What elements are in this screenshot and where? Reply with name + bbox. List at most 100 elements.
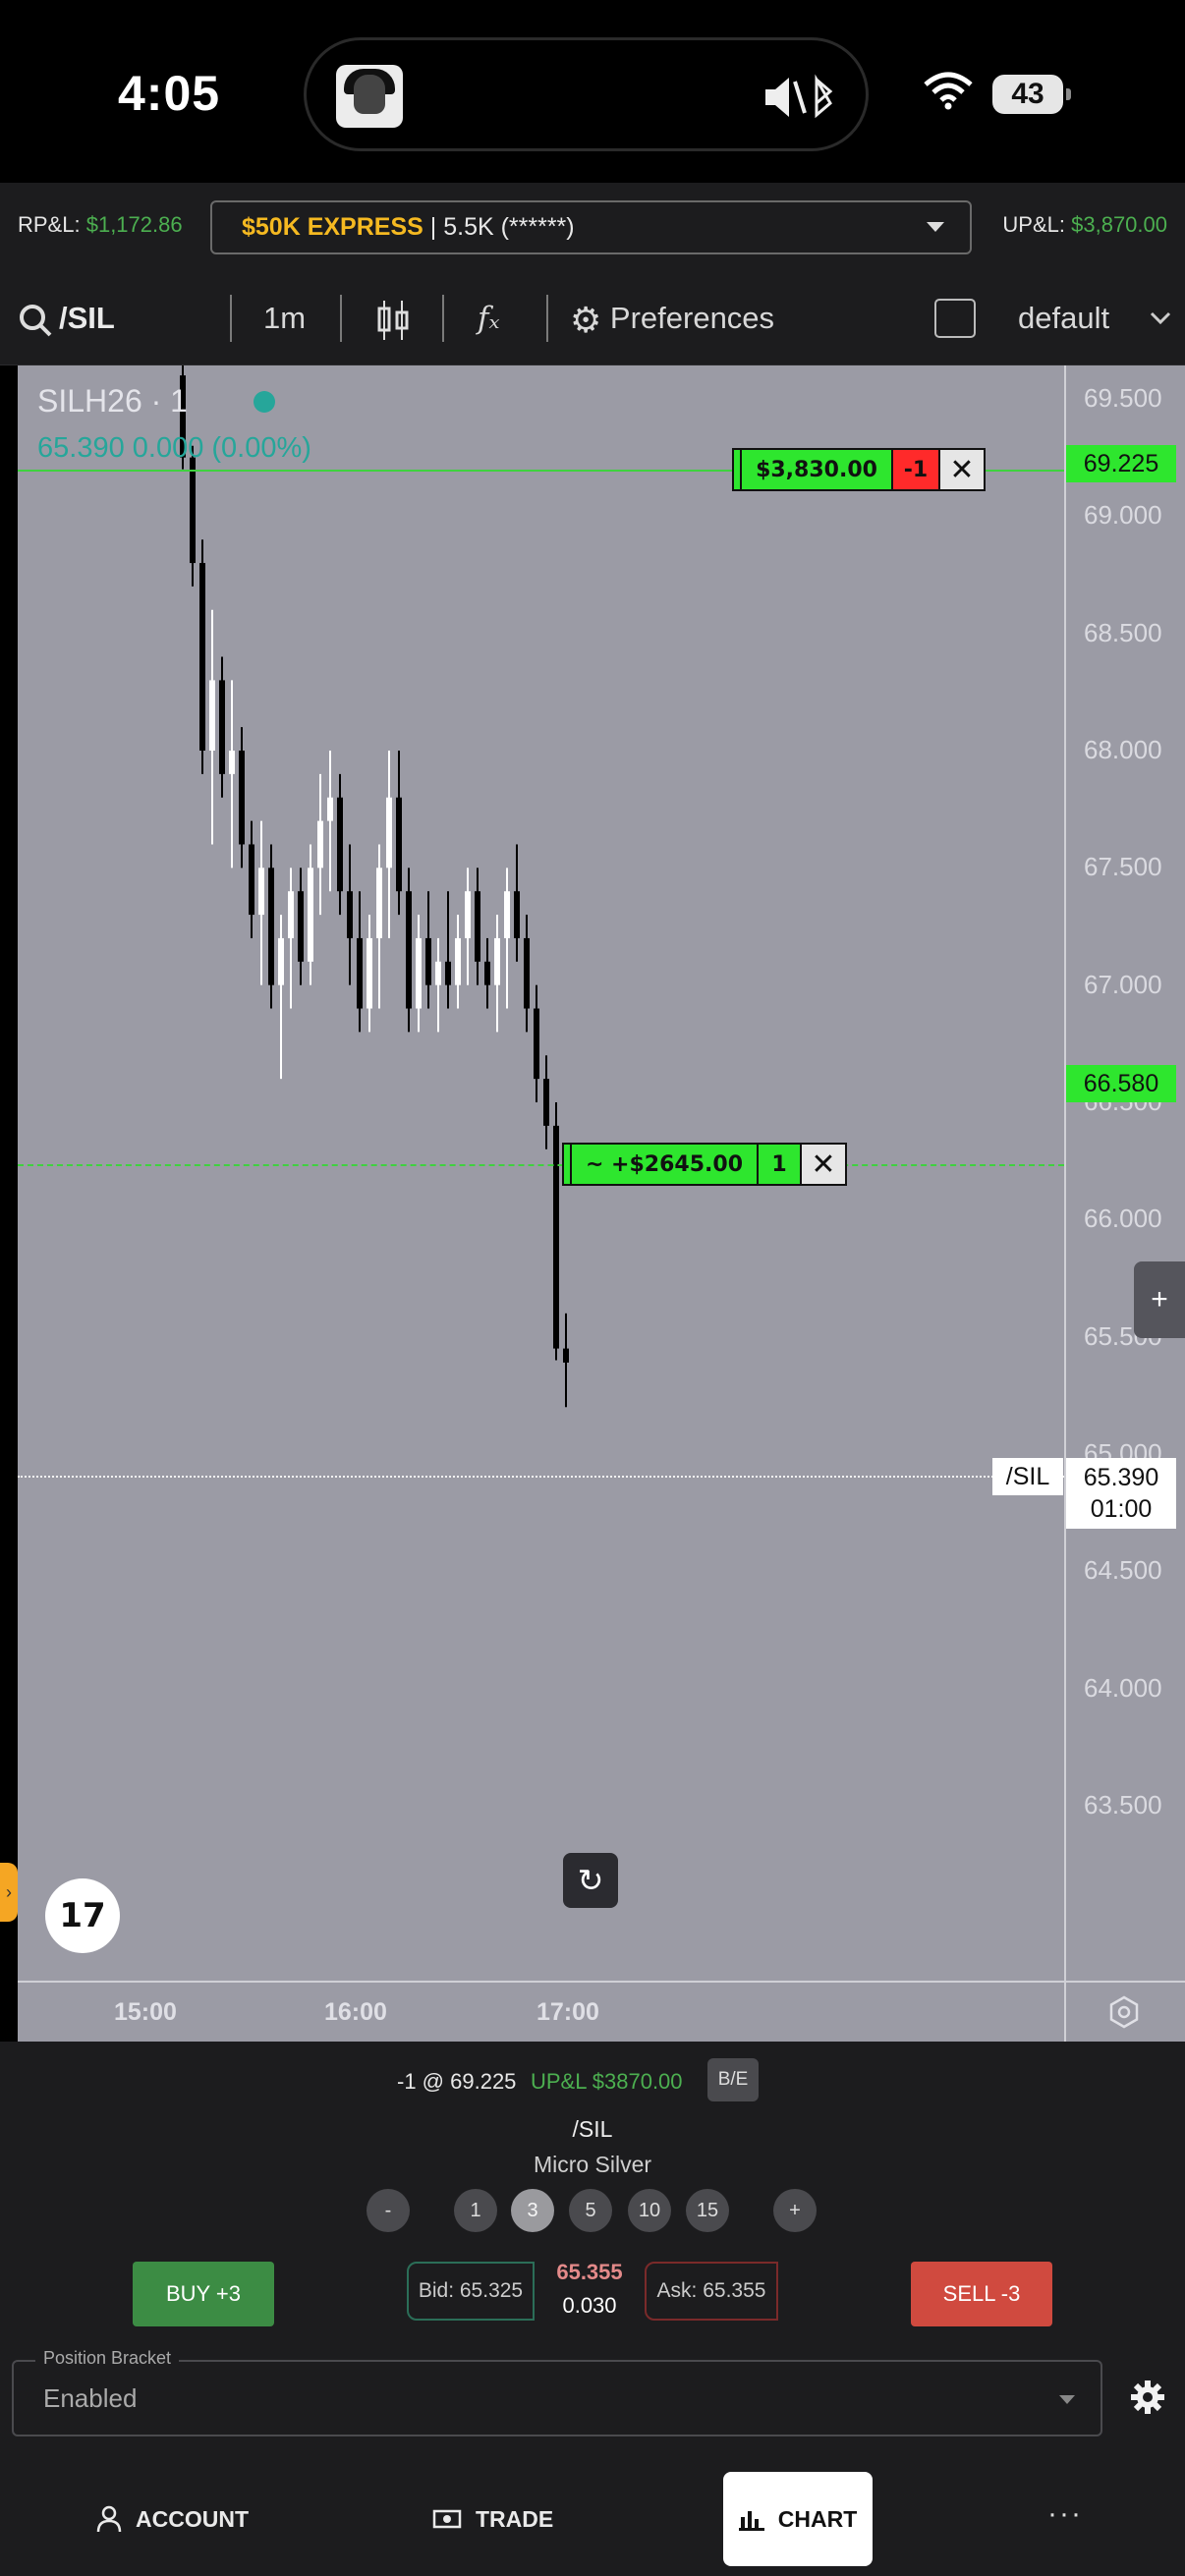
- drag-handle[interactable]: [734, 450, 742, 489]
- market-status-dot: [254, 391, 275, 413]
- candle: [396, 751, 402, 916]
- dynamic-island[interactable]: [304, 37, 869, 151]
- candle: [376, 844, 382, 1009]
- position-line[interactable]: [18, 1164, 1064, 1166]
- indicators-button[interactable]: fₓ: [478, 271, 499, 365]
- qty-option-1[interactable]: 1: [454, 2189, 497, 2232]
- candle: [484, 937, 490, 1009]
- clock: 4:05: [118, 66, 221, 121]
- battery-icon: 43: [992, 75, 1071, 114]
- layout-select[interactable]: default: [1018, 271, 1109, 365]
- time-label: 15:00: [114, 1998, 177, 2026]
- position-bracket-label: Position Bracket: [35, 2348, 180, 2369]
- position-upl: UP&L $3870.00: [531, 2069, 683, 2094]
- price-label: 64.000: [1084, 1672, 1162, 1703]
- position-pnl: ~ +$2645.00: [572, 1145, 759, 1184]
- time-axis[interactable]: 15:00 16:00 17:00: [18, 1981, 1185, 2044]
- tradingview-logo[interactable]: 17: [45, 1878, 120, 1953]
- candle: [308, 844, 313, 985]
- realized-pnl: RP&L: $1,172.86: [18, 212, 183, 237]
- gear-icon[interactable]: [1130, 2380, 1165, 2415]
- candle: [327, 751, 333, 892]
- chevron-down-icon: [1150, 311, 1171, 325]
- account-selector[interactable]: $50K EXPRESS | 5.5K (******): [210, 200, 972, 254]
- candle: [514, 844, 520, 962]
- toolbar-divider: [230, 295, 232, 342]
- position-price-tag: 66.580: [1066, 1064, 1176, 1102]
- last-price-line: [18, 1476, 1064, 1478]
- order-price-tag: 69.225: [1066, 444, 1176, 482]
- last-price: 65.355: [556, 2260, 623, 2284]
- qty-increase-button[interactable]: +: [773, 2189, 817, 2232]
- price-label: 68.500: [1084, 617, 1162, 647]
- sell-button[interactable]: SELL -3: [911, 2262, 1052, 2326]
- candle: [543, 1055, 549, 1149]
- qty-option-10[interactable]: 10: [628, 2189, 671, 2232]
- last-symbol-tag: /SIL: [992, 1458, 1063, 1495]
- qty-decrease-button[interactable]: -: [367, 2189, 410, 2232]
- candle: [209, 609, 215, 845]
- interval-button[interactable]: 1m: [263, 271, 306, 365]
- layout-checkbox[interactable]: [934, 299, 976, 338]
- reset-chart-button[interactable]: ↻: [563, 1853, 618, 1908]
- candle: [445, 891, 451, 1009]
- candle: [298, 868, 304, 985]
- candle: [435, 937, 441, 1033]
- candle: [317, 773, 323, 916]
- drag-handle[interactable]: [564, 1145, 572, 1184]
- toolbar-divider: [546, 295, 548, 342]
- cash-icon: [432, 2509, 462, 2529]
- chevron-down-icon: [927, 222, 944, 232]
- symbol-search-button[interactable]: /SIL: [18, 271, 115, 365]
- price-chart[interactable]: SILH26 · 1 65.390 0.000 (0.00%) $3,830.0…: [18, 365, 1064, 1981]
- axis-divider: [1064, 1983, 1066, 2044]
- settings-hexagon-icon[interactable]: [1106, 1994, 1142, 2030]
- candle: [249, 820, 254, 938]
- position-label[interactable]: ~ +$2645.00 1 ✕: [562, 1143, 847, 1186]
- price-axis[interactable]: 63.50064.00064.50065.00065.50066.00066.5…: [1064, 365, 1185, 1981]
- account-bar: RP&L: $1,172.86 $50K EXPRESS | 5.5K (***…: [0, 183, 1185, 271]
- candle: [465, 868, 471, 985]
- qty-option-5[interactable]: 5: [569, 2189, 612, 2232]
- candle: [190, 445, 196, 587]
- breakeven-button[interactable]: B/E: [707, 2058, 759, 2101]
- candle: [416, 915, 422, 1033]
- last-price-tag: 65.390 01:00: [1066, 1458, 1176, 1529]
- candle: [534, 984, 539, 1102]
- working-order-label[interactable]: $3,830.00 -1 ✕: [732, 448, 986, 491]
- candle: [239, 727, 245, 868]
- candlestick-icon: [377, 300, 409, 340]
- candle: [425, 891, 431, 1009]
- candle: [347, 844, 353, 985]
- expand-drawer-tab[interactable]: ›: [0, 1863, 18, 1922]
- position-bracket-select[interactable]: Position Bracket Enabled: [12, 2348, 1102, 2436]
- qty-option-3[interactable]: 3: [511, 2189, 554, 2232]
- order-qty: -1: [893, 450, 940, 489]
- add-order-button[interactable]: +: [1134, 1261, 1185, 1338]
- candle: [475, 868, 480, 985]
- chart-type-button[interactable]: [375, 271, 411, 365]
- cancel-order-button[interactable]: ✕: [940, 450, 984, 489]
- price-label: 66.000: [1084, 1204, 1162, 1234]
- qty-option-15[interactable]: 15: [686, 2189, 729, 2232]
- candle: [504, 868, 510, 1009]
- bar-chart-icon: [738, 2511, 764, 2531]
- search-icon: [20, 304, 52, 337]
- candle: [278, 915, 284, 1080]
- position-qty: 1: [759, 1145, 802, 1184]
- bid-button[interactable]: Bid: 65.325: [407, 2262, 535, 2321]
- nav-account[interactable]: ACCOUNT: [96, 2472, 249, 2566]
- candle: [553, 1102, 559, 1361]
- close-position-button[interactable]: ✕: [802, 1145, 845, 1184]
- buy-button[interactable]: BUY +3: [133, 2262, 274, 2326]
- time-label: 16:00: [324, 1998, 387, 2026]
- status-bar: 4:05 43: [0, 0, 1185, 183]
- price-label: 67.500: [1084, 852, 1162, 882]
- ask-button[interactable]: Ask: 65.355: [645, 2262, 778, 2321]
- preferences-button[interactable]: ⚙ Preferences: [570, 271, 774, 365]
- more-options-button[interactable]: ···: [1047, 2497, 1083, 2531]
- candle: [494, 915, 500, 1033]
- candle: [524, 915, 530, 1033]
- nav-trade[interactable]: TRADE: [432, 2472, 553, 2566]
- nav-chart[interactable]: CHART: [723, 2472, 873, 2566]
